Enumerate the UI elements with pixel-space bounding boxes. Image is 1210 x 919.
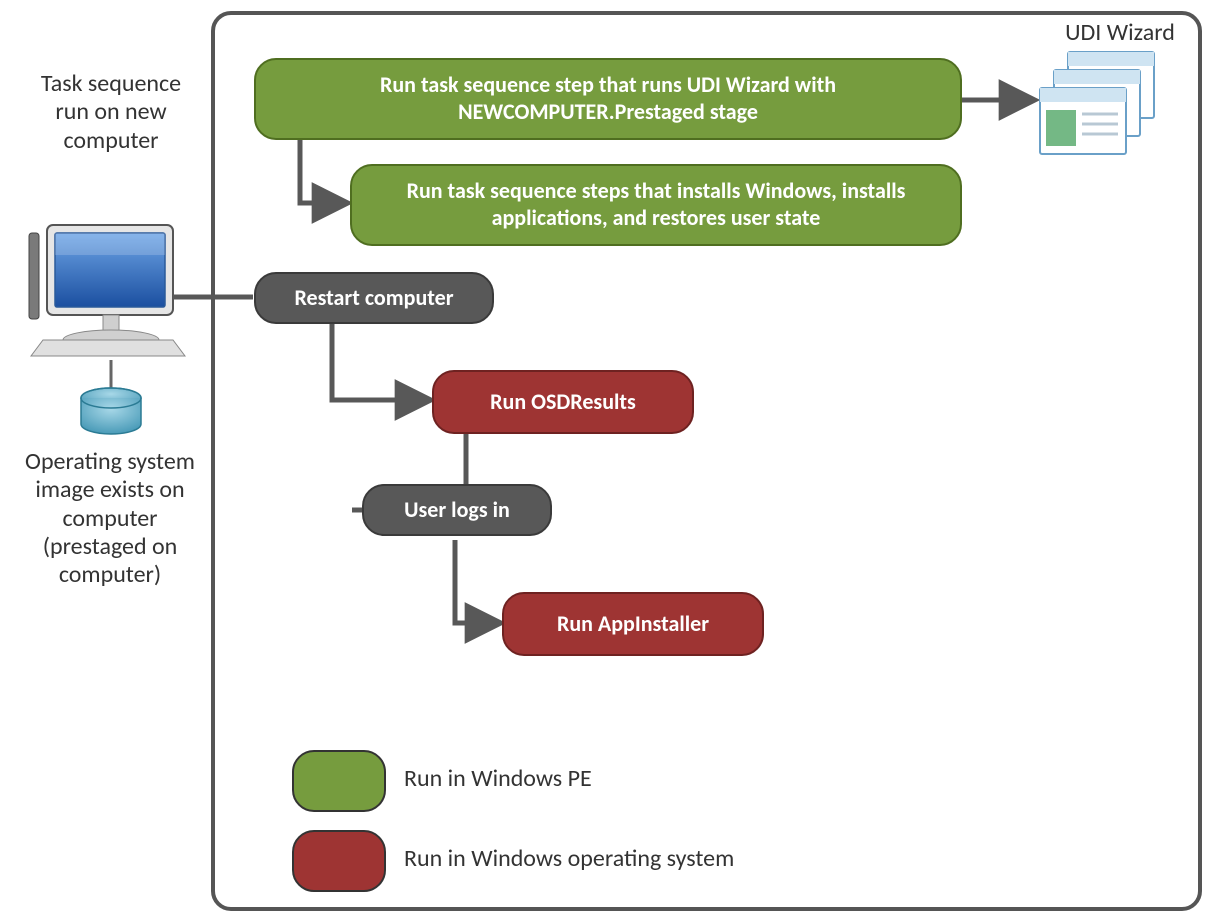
- legend-label-pe: Run in Windows PE: [404, 764, 592, 793]
- legend-swatch-os: [292, 830, 386, 892]
- node-step6-appinstaller: Run AppInstaller: [502, 592, 764, 656]
- legend-label-os: Run in Windows operating system: [404, 844, 734, 873]
- side-label-task-sequence: Task sequence run on new computer: [26, 70, 196, 155]
- udi-wizard-icon: [1040, 52, 1154, 154]
- side-label-os-image: Operating system image exists on compute…: [10, 448, 210, 590]
- node-step3-restart: Restart computer: [254, 272, 494, 324]
- legend-swatch-pe: [292, 750, 386, 812]
- database-icon: [81, 388, 141, 434]
- node-step2-install-windows: Run task sequence steps that installs Wi…: [350, 164, 962, 246]
- diagram-root: Task sequence run on new computer Operat…: [0, 0, 1210, 919]
- node-step5-user-logs-in: User logs in: [362, 484, 552, 536]
- label-udi-wizard: UDI Wizard: [1040, 18, 1200, 47]
- computer-icon: [29, 225, 185, 356]
- node-step4-osdresults: Run OSDResults: [432, 370, 694, 434]
- node-step1-run-udi-wizard: Run task sequence step that runs UDI Wiz…: [254, 58, 962, 140]
